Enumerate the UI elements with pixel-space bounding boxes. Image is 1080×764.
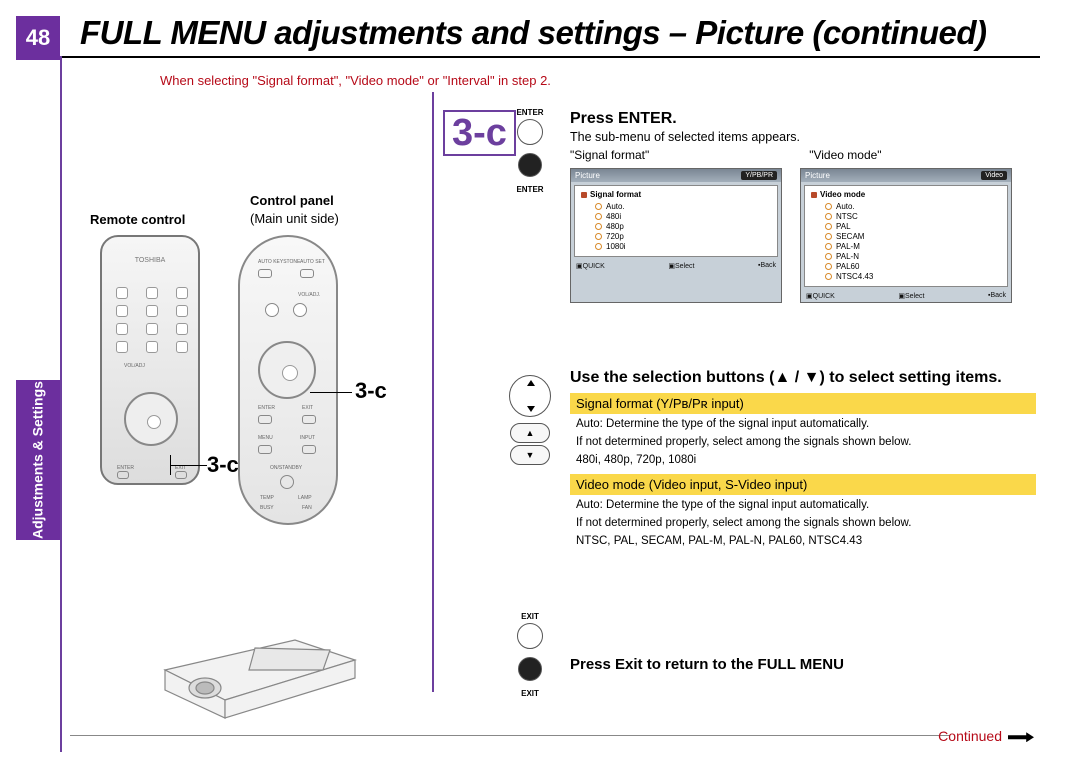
menu-option: PAL <box>825 222 1001 231</box>
selection-buttons-illustration: ▲ ▼ <box>500 369 560 467</box>
main-unit-side-label: (Main unit side) <box>250 211 339 226</box>
control-panel-illustration: AUTO KEYSTONE AUTO SET VOL/ADJ. ENTER EX… <box>238 235 338 525</box>
enter-buttons-illustration: ENTER ENTER <box>500 108 560 194</box>
callout-panel-3c: 3-c <box>355 378 387 404</box>
arrow-icon <box>1008 732 1034 742</box>
panel-enter-label: ENTER <box>258 405 275 411</box>
menu-header: Picture <box>805 171 830 180</box>
signal-format-list: 480i, 480p, 720p, 1080i <box>576 453 1036 468</box>
temp-label: TEMP <box>260 495 274 501</box>
menu-option: SECAM <box>825 232 1001 241</box>
menu-option: PAL-M <box>825 242 1001 251</box>
panel-input-label: INPUT <box>300 435 315 441</box>
signal-format-band: Signal format (Y/Pʙ/Pʀ input) <box>570 393 1036 414</box>
fan-label: FAN <box>302 505 312 511</box>
menu-option: 480p <box>595 222 771 231</box>
sec1-heading: Press ENTER. <box>570 110 1036 128</box>
enter-bottom-label: ENTER <box>500 185 560 194</box>
menu-tag: Y/PB/PR <box>741 171 777 180</box>
remote-enter-label: ENTER <box>117 465 134 471</box>
projector-illustration <box>145 600 365 720</box>
page-number: 48 <box>16 16 60 60</box>
lamp-label: LAMP <box>298 495 312 501</box>
signal-format-note: If not determined properly, select among… <box>576 435 1036 450</box>
exit-bottom-label: EXIT <box>500 689 560 698</box>
continued-label: Continued <box>938 728 1034 744</box>
title-rule <box>60 56 1040 58</box>
column-divider <box>432 92 434 692</box>
panel-standby-label: ON/STANDBY <box>270 465 302 471</box>
video-mode-menu: Picture Video Video mode Auto. NTSC PAL S… <box>800 168 1012 303</box>
menu-option: 1080i <box>595 242 771 251</box>
signal-format-auto: Auto: Determine the type of the signal i… <box>576 417 1036 432</box>
remote-dpad <box>124 392 178 446</box>
sec3-heading: Press Exit to return to the FULL MENU <box>570 656 1036 673</box>
voladj-label: VOL/ADJ <box>124 363 145 369</box>
brand-label: TOSHIBA <box>102 257 198 264</box>
intro-note: When selecting "Signal format", "Video m… <box>160 73 1020 88</box>
callout-line <box>310 392 352 393</box>
section-press-enter: Press ENTER. The sub-menu of selected it… <box>570 110 1036 303</box>
exit-buttons-illustration: EXIT EXIT <box>500 612 560 698</box>
menu-option: PAL-N <box>825 252 1001 261</box>
menu-title: Video mode <box>811 190 1001 199</box>
control-panel-label: Control panel <box>250 193 334 208</box>
enter-top-label: ENTER <box>500 108 560 117</box>
remote-label: Remote control <box>90 212 185 227</box>
section-exit: Press Exit to return to the FULL MENU <box>570 656 1036 675</box>
sec2-heading: Use the selection buttons (▲ / ▼) to sel… <box>570 369 1036 387</box>
section-selection: Use the selection buttons (▲ / ▼) to sel… <box>570 369 1036 549</box>
caption-video-mode: "Video mode" <box>809 148 881 162</box>
footer-rule <box>70 735 950 736</box>
panel-exit-label: EXIT <box>302 405 313 411</box>
callout-remote-3c: 3-c <box>207 452 239 478</box>
video-mode-band: Video mode (Video input, S-Video input) <box>570 474 1036 495</box>
menu-option: NTSC <box>825 212 1001 221</box>
remote-illustration: TOSHIBA VOL/ADJ ENTER EXIT <box>100 235 200 485</box>
menu-option: NTSC4.43 <box>825 272 1001 281</box>
menu-tag: Video <box>981 171 1007 180</box>
page-title: FULL MENU adjustments and settings – Pic… <box>80 14 986 52</box>
autokeystone-label: AUTO KEYSTONE <box>258 259 300 265</box>
panel-menu-label: MENU <box>258 435 273 441</box>
panel-dpad <box>258 341 316 399</box>
panel-voladj-label: VOL/ADJ. <box>298 292 320 298</box>
menu-option: Auto. <box>825 202 1001 211</box>
callout-line <box>170 465 207 466</box>
video-mode-note: If not determined properly, select among… <box>576 516 1036 531</box>
menu-option: 720p <box>595 232 771 241</box>
menu-title: Signal format <box>581 190 771 199</box>
signal-format-menu: PictureY/PB/PR Signal format Auto. 480i … <box>570 168 782 303</box>
sec1-desc: The sub-menu of selected items appears. <box>570 130 1036 144</box>
caption-signal-format: "Signal format" <box>570 148 649 162</box>
video-mode-list: NTSC, PAL, SECAM, PAL-M, PAL-N, PAL60, N… <box>576 534 1036 549</box>
section-tab: Adjustments & Settings <box>16 380 60 540</box>
busy-label: BUSY <box>260 505 274 511</box>
menu-option: 480i <box>595 212 771 221</box>
exit-top-label: EXIT <box>500 612 560 621</box>
menu-header: Picture <box>575 171 600 180</box>
menu-option: Auto. <box>595 202 771 211</box>
video-mode-auto: Auto: Determine the type of the signal i… <box>576 498 1036 513</box>
autoset-label: AUTO SET <box>300 259 325 265</box>
side-rule <box>60 56 62 752</box>
callout-tick <box>170 455 171 475</box>
menu-option: PAL60 <box>825 262 1001 271</box>
